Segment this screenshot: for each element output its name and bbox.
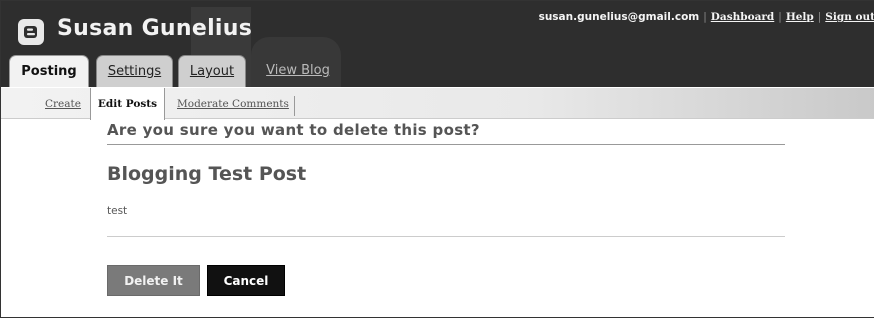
sign-out-link[interactable]: Sign out (825, 11, 874, 23)
separator: | (778, 11, 782, 23)
user-links: susan.gunelius@gmail.com | Dashboard | Help |… (539, 11, 874, 23)
post-body: test (107, 205, 128, 217)
subnav-create[interactable]: Create (45, 88, 81, 120)
cancel-button[interactable]: Cancel (207, 265, 285, 296)
separator: | (817, 11, 822, 23)
tab-settings[interactable]: Settings (96, 55, 173, 87)
page-frame: Susan Gunelius susan.gunelius@gmail.com |… (0, 0, 874, 318)
tab-view-blog[interactable]: View Blog (253, 55, 343, 87)
delete-button[interactable]: Delete It (107, 265, 200, 296)
blogger-logo-icon[interactable] (18, 19, 44, 45)
dashboard-link[interactable]: Dashboard (711, 11, 774, 23)
help-link[interactable]: Help (786, 11, 814, 23)
subnav-edit-posts[interactable]: Edit Posts (90, 88, 165, 120)
sub-navigation: Create Edit Posts Moderate Comments (1, 87, 874, 120)
subnav-divider (294, 96, 295, 116)
user-email: susan.gunelius@gmail.com (538, 11, 700, 23)
tab-posting[interactable]: Posting (9, 55, 89, 89)
post-title: Blogging Test Post (107, 163, 307, 185)
subnav-moderate-comments[interactable]: Moderate Comments (177, 88, 289, 120)
header-bar: Susan Gunelius susan.gunelius@gmail.com |… (1, 1, 874, 89)
confirm-heading: Are you sure you want to delete this pos… (107, 121, 480, 139)
divider (107, 236, 785, 237)
blog-title[interactable]: Susan Gunelius (57, 16, 252, 41)
tab-layout[interactable]: Layout (178, 55, 246, 87)
separator: | (703, 11, 707, 23)
divider (107, 144, 785, 145)
